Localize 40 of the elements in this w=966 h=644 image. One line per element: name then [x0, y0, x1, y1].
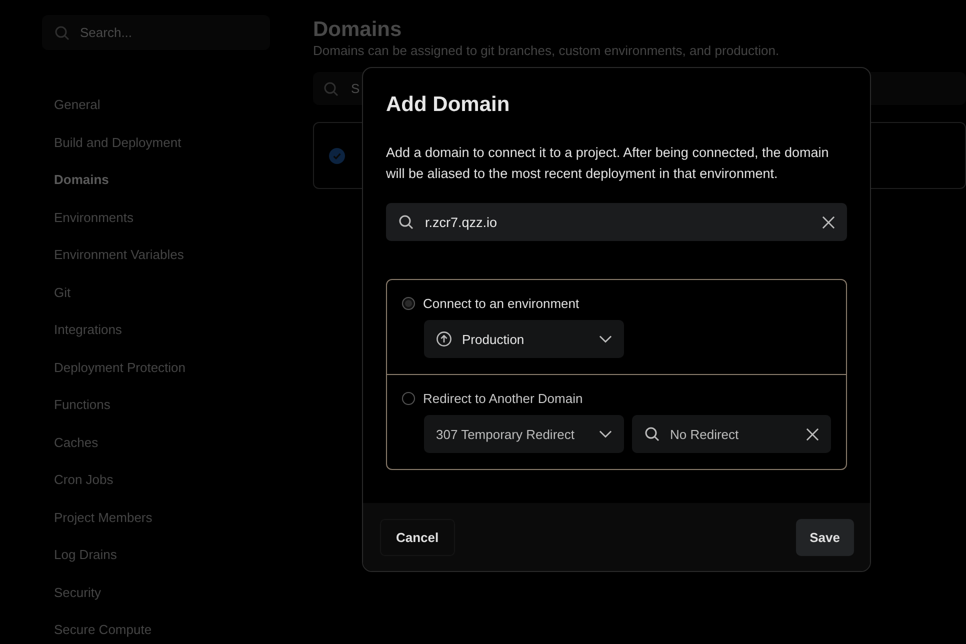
sidebar-item[interactable]: Environment Variables — [54, 247, 313, 284]
sidebar-item[interactable]: Caches — [54, 434, 313, 472]
sidebar-item[interactable]: Domains — [54, 172, 313, 210]
search-field[interactable]: Search... — [42, 15, 270, 50]
sidebar-item[interactable]: Git — [54, 284, 313, 322]
sidebar-item[interactable]: General — [54, 97, 313, 134]
sidebar-item[interactable]: Environments — [54, 210, 313, 247]
sidebar-item[interactable]: Build and Deployment — [54, 134, 313, 172]
dialog-description: Add a domain to connect it to a project. After being connected, the domain will be aliased to the most recent deployment in that environment. — [386, 144, 830, 183]
dialog-title: Add Domain — [386, 92, 511, 118]
search-icon — [398, 214, 414, 230]
domain-field[interactable]: r.zcr7.qzz.io — [386, 203, 847, 241]
cancel-button[interactable]: Cancel — [380, 518, 455, 556]
sidebar-item[interactable]: Secure Compute — [54, 622, 313, 644]
sidebar-item[interactable]: Deployment Protection — [54, 360, 313, 397]
close-icon — [806, 428, 819, 440]
select-dropdown[interactable]: Production — [424, 320, 624, 358]
select-dropdown[interactable]: 307 Temporary Redirect — [424, 415, 624, 453]
close-icon — [822, 216, 835, 228]
page-subtitle: Domains can be assigned to git branches, custom environments, and production. — [313, 43, 780, 58]
page-title: Domains — [313, 18, 403, 42]
search-field[interactable]: No Redirect — [632, 415, 831, 453]
check-icon — [329, 148, 345, 164]
sidebar-item[interactable]: Cron Jobs — [54, 472, 313, 510]
sidebar-item[interactable]: Security — [54, 584, 313, 622]
sidebar-item[interactable]: Functions — [54, 397, 313, 434]
radio-button[interactable] — [402, 392, 415, 405]
sidebar-item[interactable]: Integrations — [54, 322, 313, 360]
arrow-up-circle-icon — [436, 331, 452, 347]
chevron-down-icon — [599, 335, 612, 343]
option-label: Connect to an environment — [423, 296, 580, 311]
save-button[interactable]: Save — [796, 518, 854, 556]
option-label: Redirect to Another Domain — [423, 391, 583, 406]
search-icon — [323, 80, 339, 96]
search-icon — [644, 426, 660, 442]
sidebar-item[interactable]: Log Drains — [54, 547, 313, 584]
radio-button[interactable] — [402, 297, 415, 310]
search-icon — [54, 24, 70, 40]
sidebar-item[interactable]: Project Members — [54, 510, 313, 547]
chevron-down-icon — [599, 430, 612, 438]
